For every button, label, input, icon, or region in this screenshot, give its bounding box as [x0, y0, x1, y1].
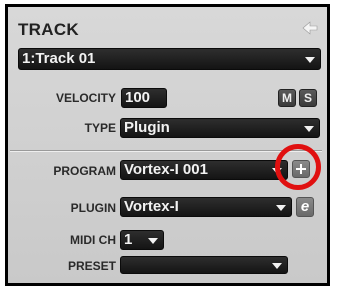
midi-ch-label: MIDI CH	[70, 233, 116, 247]
program-select[interactable]: Vortex-I 001	[120, 160, 288, 180]
back-arrow-icon[interactable]	[301, 19, 319, 37]
plugin-select[interactable]: Vortex-I	[120, 197, 292, 217]
section-divider	[10, 150, 322, 152]
preset-label: PRESET	[67, 259, 116, 273]
dropdown-arrow-icon	[272, 263, 282, 269]
velocity-label: VELOCITY	[55, 91, 116, 105]
type-label: TYPE	[84, 121, 116, 135]
track-select[interactable]: 1:Track 01	[18, 48, 321, 70]
plugin-label: PLUGIN	[70, 201, 116, 215]
program-select-value: Vortex-I 001	[124, 161, 208, 178]
midi-ch-select[interactable]: 1	[120, 230, 164, 250]
midi-ch-select-value: 1	[124, 231, 133, 248]
track-select-value: 1:Track 01	[22, 50, 96, 67]
dropdown-arrow-icon	[305, 57, 315, 63]
edit-plugin-button[interactable]: e	[296, 197, 314, 217]
preset-select[interactable]	[120, 256, 288, 274]
dropdown-arrow-icon	[276, 205, 286, 211]
mute-button[interactable]: M	[278, 89, 296, 107]
plugin-select-value: Vortex-I	[124, 198, 179, 215]
velocity-field[interactable]: 100	[121, 88, 167, 108]
panel-title: TRACK	[18, 20, 79, 39]
highlight-ring	[275, 144, 321, 190]
dropdown-arrow-icon	[304, 126, 314, 132]
type-select[interactable]: Plugin	[120, 118, 320, 138]
dropdown-arrow-icon	[148, 238, 158, 244]
type-select-value: Plugin	[124, 119, 170, 136]
program-label: PROGRAM	[53, 164, 116, 178]
solo-button[interactable]: S	[299, 89, 317, 107]
